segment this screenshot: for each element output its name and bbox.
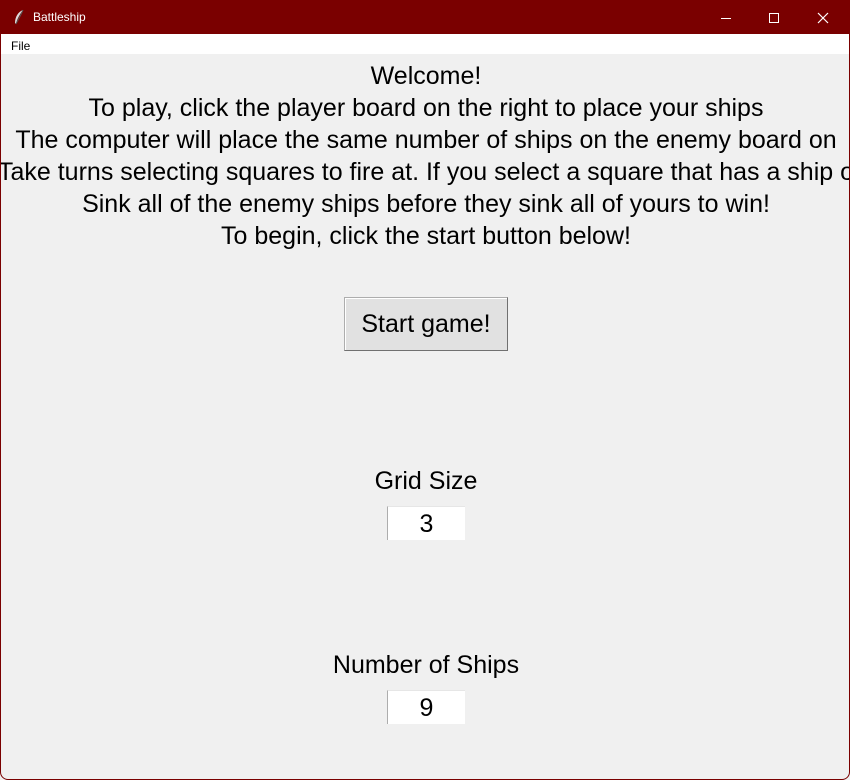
close-button[interactable] xyxy=(800,1,846,34)
number-of-ships-input[interactable]: 9 xyxy=(387,690,465,724)
feather-icon xyxy=(15,9,24,25)
menu-file[interactable]: File xyxy=(11,39,30,53)
instruction-line: The computer will place the same number … xyxy=(15,126,837,154)
maximize-icon xyxy=(769,12,779,23)
start-game-button[interactable]: Start game! xyxy=(344,297,508,351)
instruction-line: Take turns selecting squares to fire at.… xyxy=(0,158,850,186)
instruction-line: Sink all of the enemy ships before they … xyxy=(82,190,770,218)
minimize-button[interactable] xyxy=(703,1,749,34)
maximize-button[interactable] xyxy=(751,1,797,34)
main-content: Welcome! To play, click the player board… xyxy=(1,54,849,779)
grid-size-input[interactable]: 3 xyxy=(387,506,465,540)
window-title: Battleship xyxy=(33,10,86,24)
instruction-line: To begin, click the start button below! xyxy=(221,222,631,250)
grid-size-label: Grid Size xyxy=(374,467,478,495)
minimize-icon xyxy=(721,17,731,19)
number-of-ships-label: Number of Ships xyxy=(332,651,520,679)
welcome-heading: Welcome! xyxy=(370,62,482,90)
close-icon xyxy=(817,12,829,23)
battleship-window: Battleship File Welcome! To play, click … xyxy=(0,0,850,780)
menu-bar: File xyxy=(1,34,849,54)
instruction-line: To play, click the player board on the r… xyxy=(88,94,764,122)
title-bar[interactable]: Battleship xyxy=(1,1,849,34)
